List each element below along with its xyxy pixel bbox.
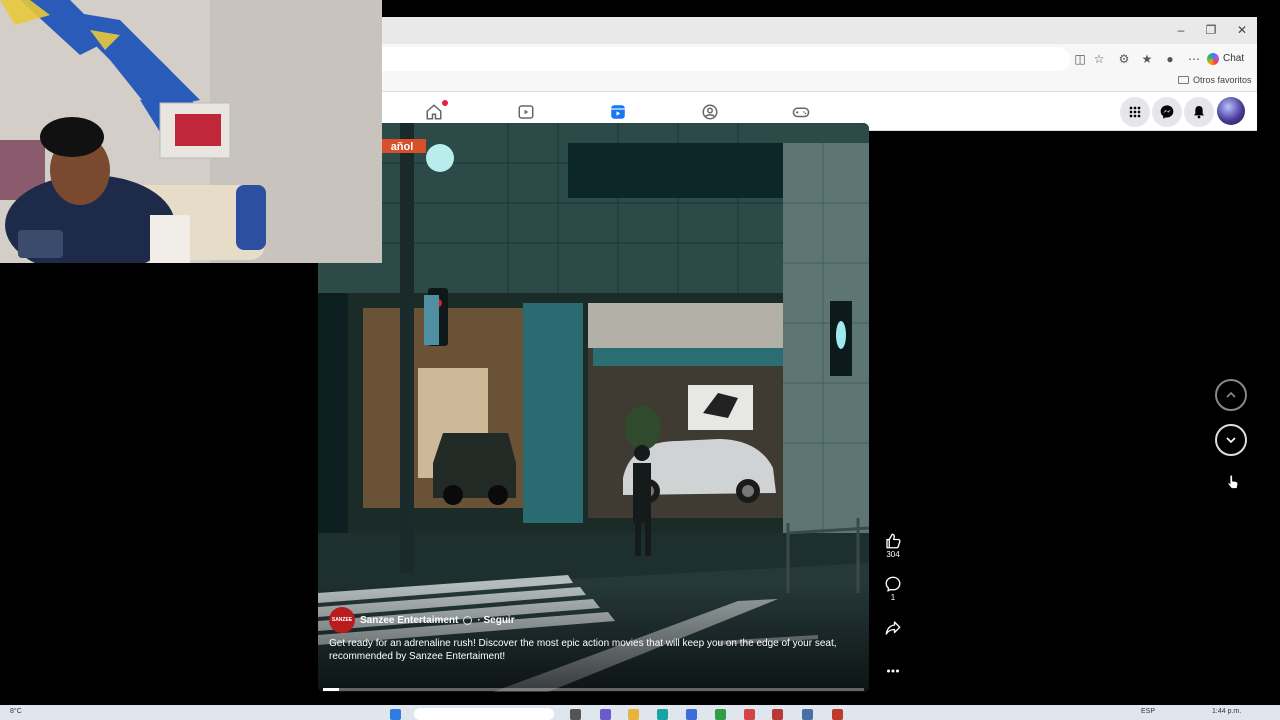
creator-row: SANZEE Sanzee Entertaiment · Seguir: [329, 607, 515, 633]
menu-grid-icon: [1129, 106, 1141, 118]
home-icon: [426, 103, 442, 119]
taskbar-search[interactable]: [414, 708, 554, 720]
favorites-icon[interactable]: ★: [1138, 50, 1156, 68]
maximize-icon[interactable]: ❐: [1198, 21, 1224, 39]
share-button[interactable]: [880, 619, 906, 637]
reels-icon: [611, 104, 625, 119]
creator-avatar[interactable]: SANZEE: [329, 607, 355, 633]
more-options-button[interactable]: [880, 662, 906, 680]
minimize-icon[interactable]: –: [1168, 21, 1194, 39]
comment-count: 1: [890, 593, 896, 602]
edge-icon[interactable]: [657, 709, 668, 720]
notification-dot: [442, 100, 448, 106]
chat-button[interactable]: Chat: [1207, 50, 1244, 68]
favorite-star-icon[interactable]: ☆: [1090, 50, 1108, 68]
share-icon: [885, 621, 901, 635]
video-progress-fill: [323, 688, 340, 691]
reel-caption: Get ready for an adrenaline rush! Discov…: [329, 638, 837, 662]
like-count: 304: [886, 550, 900, 559]
comment-button[interactable]: 1: [880, 575, 906, 602]
next-reel-button[interactable]: [1215, 424, 1247, 456]
language-indicator[interactable]: ESP: [1141, 708, 1155, 715]
gmail-icon[interactable]: [744, 709, 755, 720]
app-icon-4[interactable]: [772, 709, 783, 720]
more-options-icon[interactable]: ⋯: [1185, 50, 1203, 68]
gaming-icon: [792, 107, 810, 117]
follow-button[interactable]: · Seguir: [477, 615, 514, 626]
favorites-folder-label: Otros favoritos: [1193, 75, 1252, 85]
app-icon-2[interactable]: [686, 709, 697, 720]
chat-label: Chat: [1223, 53, 1245, 64]
previous-reel-button[interactable]: [1215, 379, 1247, 411]
menu-grid-button[interactable]: [1120, 97, 1150, 127]
favorites-folder[interactable]: Otros favoritos: [1178, 75, 1252, 85]
task-view-icon[interactable]: [570, 709, 581, 720]
creator-name[interactable]: Sanzee Entertaiment: [360, 615, 458, 626]
start-icon[interactable]: [390, 709, 401, 720]
notifications-button[interactable]: [1184, 97, 1214, 127]
thumbs-up-icon: [886, 533, 901, 549]
hand-cursor-icon: [1227, 474, 1239, 489]
chevron-up-icon: [1226, 391, 1236, 398]
chevron-down-icon: [1226, 437, 1236, 444]
weather-temperature[interactable]: 8°C: [10, 708, 22, 715]
reel-video[interactable]: añol SANZEE Sanzee Entertaiment · Seguir…: [318, 123, 869, 692]
file-explorer-icon[interactable]: [628, 709, 639, 720]
copilot-icon: [1207, 53, 1219, 65]
app-icon-6[interactable]: [832, 709, 843, 720]
more-horizontal-icon: [887, 669, 899, 673]
folder-icon: [1178, 76, 1189, 84]
app-icon-5[interactable]: [802, 709, 813, 720]
messenger-icon: [1160, 105, 1174, 119]
profile-icon[interactable]: ●: [1161, 50, 1179, 68]
like-button[interactable]: 304: [880, 532, 906, 559]
close-icon[interactable]: ✕: [1229, 21, 1255, 39]
split-screen-icon[interactable]: ◫: [1071, 50, 1089, 68]
bell-icon: [1194, 106, 1204, 119]
globe-icon: [463, 615, 473, 625]
overlay-tag: añol: [391, 141, 414, 153]
video-progress-bar[interactable]: [323, 688, 864, 691]
comment-icon: [885, 576, 901, 592]
profile-avatar[interactable]: [1217, 97, 1245, 125]
messenger-button[interactable]: [1152, 97, 1182, 127]
app-icon-3[interactable]: [715, 709, 726, 720]
webcam-overlay: [0, 0, 382, 263]
screen: – ❐ ✕ ◫ ☆ ⚙ ★ ● ⋯ Chat Otros favoritos a…: [0, 0, 1280, 720]
taskbar: 8°C ESP 1:44 p.m.: [0, 705, 1280, 720]
webcam-image: [0, 0, 382, 263]
extensions-icon[interactable]: ⚙: [1115, 50, 1133, 68]
groups-icon: [702, 104, 718, 119]
clock[interactable]: 1:44 p.m.: [1212, 708, 1241, 715]
app-icon-1[interactable]: [600, 709, 611, 720]
video-icon: [518, 104, 534, 119]
